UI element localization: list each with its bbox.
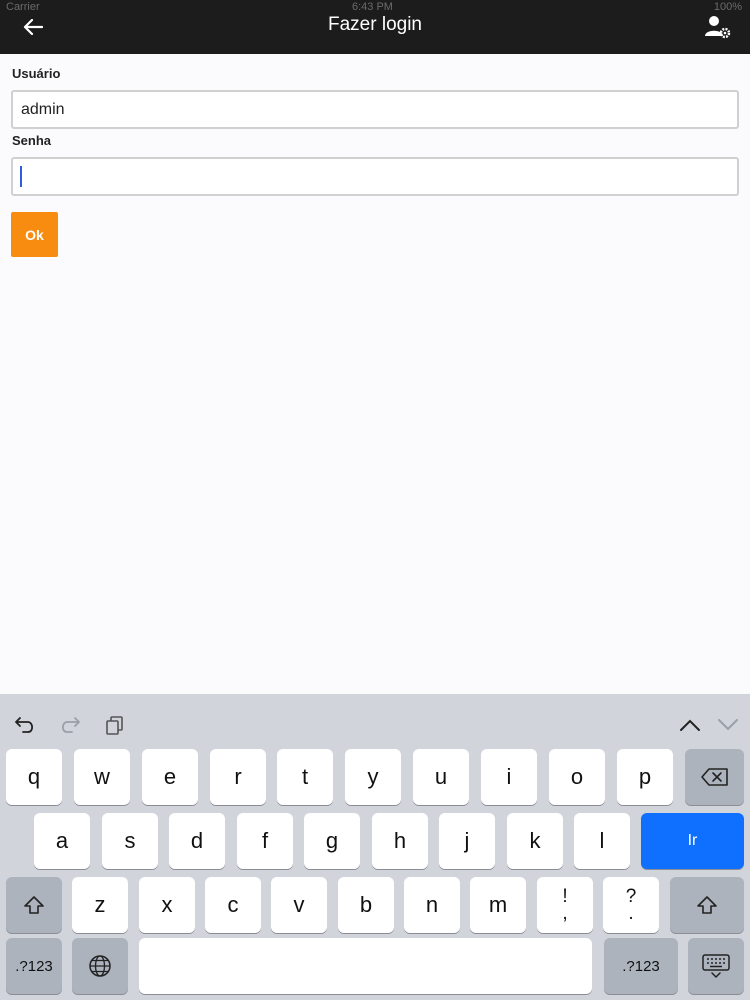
go-key[interactable]: Ir — [641, 813, 744, 869]
language-key[interactable] — [72, 938, 128, 994]
top-bar: Carrier 6:43 PM 100% Fazer login — [0, 0, 750, 54]
user-settings-button[interactable] — [704, 14, 732, 40]
clock-text: 6:43 PM — [352, 1, 393, 13]
key-r[interactable]: r — [210, 749, 266, 805]
key-n[interactable]: n — [404, 877, 460, 933]
key-l[interactable]: l — [574, 813, 630, 869]
username-label: Usuário — [12, 66, 61, 81]
ok-button[interactable]: Ok — [11, 212, 58, 257]
key-a[interactable]: a — [34, 813, 90, 869]
dismiss-keyboard-key[interactable] — [688, 938, 744, 994]
next-field-button[interactable] — [713, 710, 743, 740]
key-v[interactable]: v — [271, 877, 327, 933]
key-h[interactable]: h — [372, 813, 428, 869]
numbers-key-left[interactable]: .?123 — [6, 938, 62, 994]
key-g[interactable]: g — [304, 813, 360, 869]
text-cursor — [20, 166, 22, 187]
key-y[interactable]: y — [345, 749, 401, 805]
user-settings-icon — [705, 16, 731, 39]
key-i[interactable]: i — [481, 749, 537, 805]
chevron-down-icon — [718, 719, 738, 731]
key-u[interactable]: u — [413, 749, 469, 805]
redo-icon — [61, 717, 80, 733]
space-key[interactable] — [139, 938, 592, 994]
status-bar: Carrier 6:43 PM 100% — [0, 0, 750, 14]
shift-key-right[interactable] — [670, 877, 744, 933]
key-q[interactable]: q — [6, 749, 62, 805]
key-j[interactable]: j — [439, 813, 495, 869]
key-comma-label: , — [562, 903, 568, 924]
shift-key-left[interactable] — [6, 877, 62, 933]
backspace-icon — [700, 768, 728, 786]
key-p[interactable]: p — [617, 749, 673, 805]
numbers-key-right[interactable]: .?123 — [604, 938, 678, 994]
backspace-key[interactable] — [685, 749, 744, 805]
password-label: Senha — [12, 133, 52, 148]
key-period-label: . — [628, 903, 634, 924]
key-o[interactable]: o — [549, 749, 605, 805]
shift-icon — [697, 896, 717, 914]
previous-field-button[interactable] — [675, 710, 705, 740]
undo-icon — [15, 717, 34, 733]
paste-icon — [106, 716, 123, 735]
key-exclamation-comma[interactable]: ! , — [537, 877, 593, 933]
chevron-up-icon — [680, 719, 700, 731]
key-c[interactable]: c — [205, 877, 261, 933]
key-d[interactable]: d — [169, 813, 225, 869]
key-b[interactable]: b — [338, 877, 394, 933]
keyboard-dismiss-icon — [702, 954, 730, 979]
password-input[interactable] — [11, 157, 739, 196]
key-s[interactable]: s — [102, 813, 158, 869]
page-title: Fazer login — [328, 14, 422, 35]
globe-icon — [89, 955, 111, 977]
key-question-period[interactable]: ? . — [603, 877, 659, 933]
on-screen-keyboard: q w e r t y u i o p a s d f g h j k l Ir… — [0, 694, 750, 1000]
key-t[interactable]: t — [277, 749, 333, 805]
redo-button[interactable] — [55, 710, 85, 740]
undo-button[interactable] — [10, 710, 40, 740]
shift-icon — [24, 896, 44, 914]
key-e[interactable]: e — [142, 749, 198, 805]
key-k[interactable]: k — [507, 813, 563, 869]
key-w[interactable]: w — [74, 749, 130, 805]
key-f[interactable]: f — [237, 813, 293, 869]
battery-text: 100% — [713, 1, 742, 13]
key-m[interactable]: m — [470, 877, 526, 933]
paste-button[interactable] — [100, 710, 130, 740]
key-x[interactable]: x — [139, 877, 195, 933]
key-z[interactable]: z — [72, 877, 128, 933]
username-input[interactable] — [11, 90, 739, 129]
